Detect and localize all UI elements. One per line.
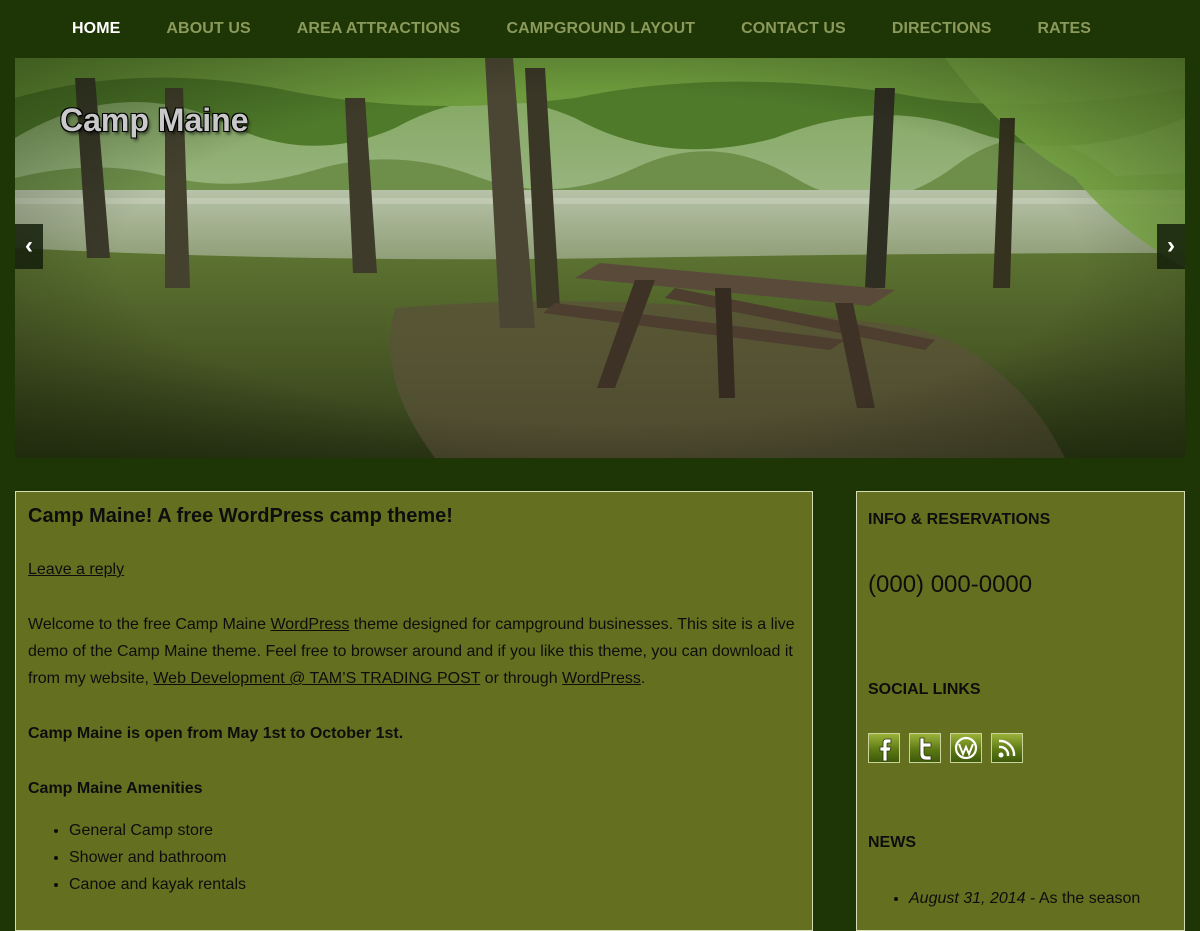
leave-reply-link[interactable]: Leave a reply [28,561,124,578]
list-item: Canoe and kayak rentals [69,871,800,898]
social-links-title: SOCIAL LINKS [868,681,981,698]
twitter-icon[interactable] [909,733,941,763]
rss-icon[interactable] [991,733,1023,763]
main-post: Camp Maine! A free WordPress camp theme!… [15,491,813,931]
intro-text-1: Welcome to the free Camp Maine [28,616,271,633]
open-dates: Camp Maine is open from May 1st to Octob… [28,720,800,747]
slider-prev-button[interactable]: ‹ [15,224,43,269]
nav-item-directions[interactable]: DIRECTIONS [869,20,1015,38]
amenities-heading-text: Camp Maine Amenities [28,780,203,797]
hero-slider: Camp Maine ‹ › [15,58,1185,458]
open-dates-text: Camp Maine is open from May 1st to Octob… [28,725,404,742]
post-title[interactable]: Camp Maine! A free WordPress camp theme! [28,504,800,529]
phone-number: (000) 000-0000 [868,571,1033,598]
leave-reply-paragraph: Leave a reply [28,556,800,583]
sidebar: INFO & RESERVATIONS (000) 000-0000 SOCIA… [856,491,1185,931]
facebook-icon[interactable] [868,733,900,763]
nav-item-area-attractions[interactable]: AREA ATTRACTIONS [274,20,484,38]
intro-paragraph: Welcome to the free Camp Maine WordPress… [28,611,800,692]
web-development-link[interactable]: Web Development @ TAM’S TRADING POST [153,670,480,687]
social-links [868,733,1173,763]
nav-item-rates[interactable]: RATES [1014,20,1114,38]
intro-text-3: or through [480,670,563,687]
info-reservations-title: INFO & RESERVATIONS [868,511,1051,528]
nav-item-about-us[interactable]: ABOUT US [143,20,273,38]
site-title[interactable]: Camp Maine [60,102,248,139]
slider-next-button[interactable]: › [1157,224,1185,269]
nav-item-campground-layout[interactable]: CAMPGROUND LAYOUT [483,20,718,38]
list-item: August 31, 2014 - As the season [909,887,1173,911]
nav-menu: HOME ABOUT US AREA ATTRACTIONS CAMPGROUN… [0,0,1200,58]
wordpress-link-2[interactable]: WordPress [562,670,641,687]
list-item: General Camp store [69,817,800,844]
nav-item-contact-us[interactable]: CONTACT US [718,20,869,38]
intro-text-4: . [640,670,646,687]
news-excerpt: - As the season [1025,890,1141,907]
news-title: NEWS [868,834,916,851]
news-list: August 31, 2014 - As the season [868,887,1173,911]
wordpress-icon[interactable] [950,733,982,763]
list-item: Shower and bathroom [69,844,800,871]
nav-item-home[interactable]: HOME [49,20,143,38]
amenities-heading: Camp Maine Amenities [28,775,800,802]
amenities-list: General Camp store Shower and bathroom C… [28,817,800,898]
news-date[interactable]: August 31, 2014 [909,890,1026,907]
wordpress-link[interactable]: WordPress [270,616,349,633]
top-navigation: HOME ABOUT US AREA ATTRACTIONS CAMPGROUN… [0,0,1200,58]
